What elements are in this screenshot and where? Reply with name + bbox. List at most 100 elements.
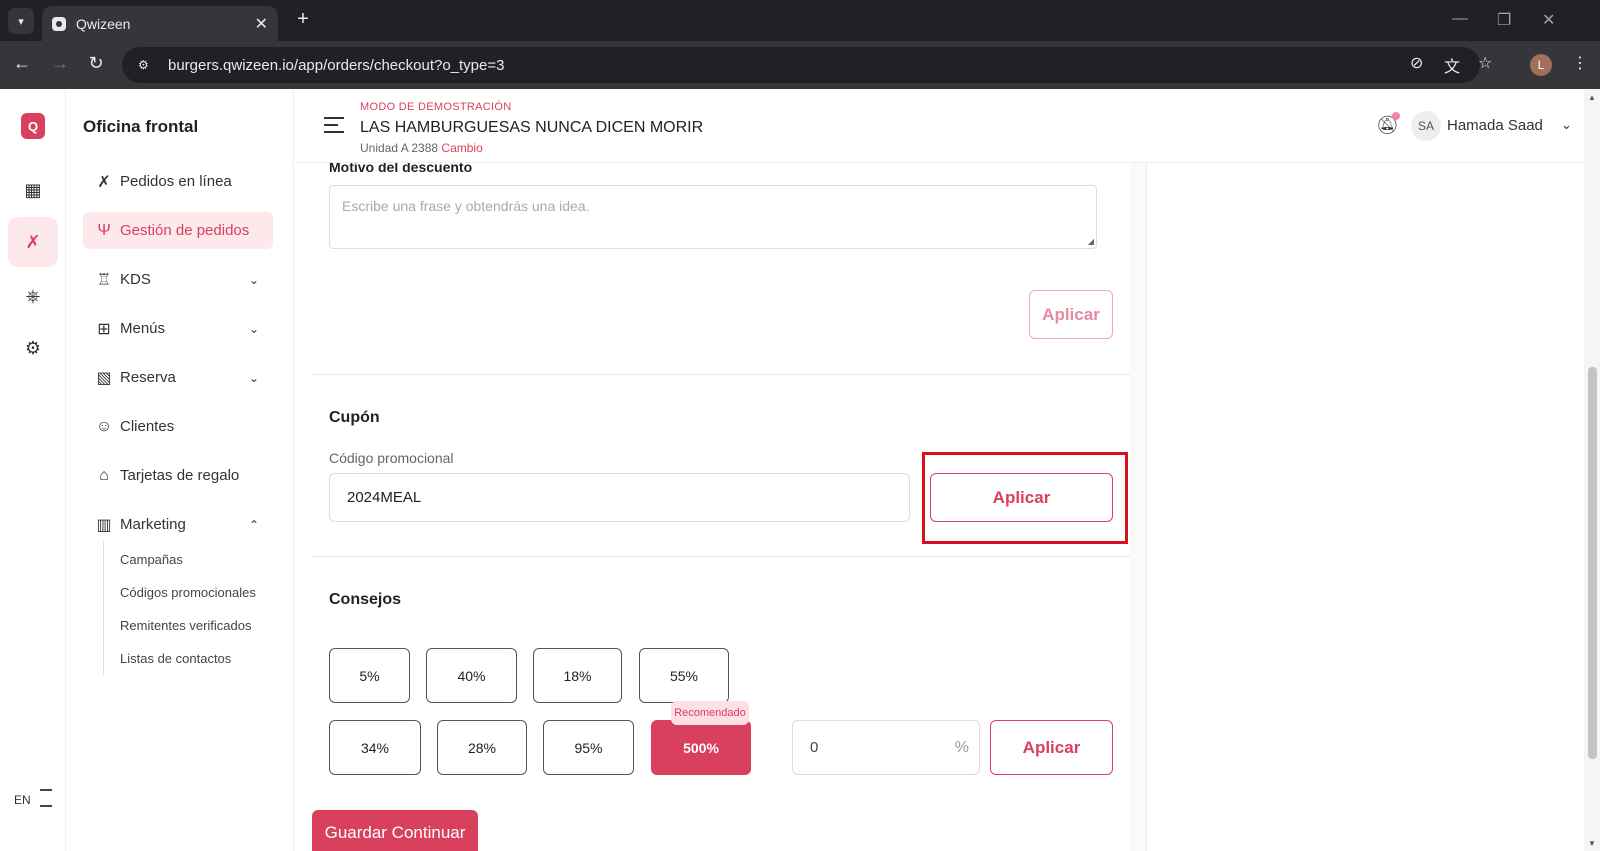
promo-code-input[interactable]: 2024MEAL — [329, 473, 910, 522]
sidebar-item-label: Gestión de pedidos — [120, 222, 250, 239]
hierarchy-icon[interactable]: ⎈ — [20, 283, 46, 309]
save-continue-button[interactable]: Guardar Continuar — [312, 810, 478, 851]
notification-dot — [1392, 112, 1400, 120]
browser-menu-icon[interactable]: ⋮ — [1572, 53, 1588, 73]
page-scrollbar[interactable]: ▲ ▼ — [1584, 89, 1600, 851]
chevron-down-icon: ⌄ — [248, 272, 259, 287]
chevron-up-icon: ⌃ — [248, 517, 259, 532]
checkout-content: Motivo del descuento Escribe una frase y… — [312, 163, 1130, 851]
submenu-item-codigos-promocionales[interactable]: Códigos promocionales — [120, 585, 256, 600]
qwizeen-logo[interactable]: Q — [21, 113, 45, 139]
submenu-line — [103, 541, 104, 675]
textarea-placeholder: Escribe una frase y obtendrás una idea. — [342, 198, 590, 214]
sidebar-item-label: Reserva — [120, 369, 176, 386]
sidebar-item-label: Pedidos en línea — [120, 173, 232, 190]
url-text: burgers.qwizeen.io/app/orders/checkout?o… — [168, 56, 505, 74]
restore-icon[interactable]: ❐ — [1497, 10, 1511, 30]
profile-avatar[interactable]: L — [1530, 54, 1552, 76]
order-summary-panel — [1146, 163, 1584, 851]
tab-search-icon[interactable]: ▾ — [8, 8, 34, 34]
sidebar-item-menus[interactable]: ⊞ Menús ⌄ — [83, 310, 273, 347]
submenu-item-campanas[interactable]: Campañas — [120, 552, 183, 567]
resize-handle-icon[interactable]: ◢ — [1088, 237, 1094, 246]
location-off-icon[interactable]: ⊘ — [1410, 53, 1423, 73]
back-icon[interactable]: ← — [10, 53, 34, 74]
highlight-box — [922, 452, 1128, 544]
browser-tab[interactable]: Qwizeen ✕ — [42, 6, 278, 41]
table-icon: ▧ — [96, 369, 112, 387]
section-divider — [312, 556, 1130, 557]
forward-icon[interactable]: → — [48, 53, 72, 74]
store-name: LAS HAMBURGUESAS NUNCA DICEN MORIR — [360, 119, 704, 136]
scroll-thumb[interactable] — [1588, 367, 1597, 759]
minimize-icon[interactable]: — — [1452, 10, 1468, 28]
chevron-down-icon: ⌄ — [248, 370, 259, 385]
tip-option-500-selected[interactable]: 500% — [651, 720, 751, 775]
tip-option-40[interactable]: 40% — [426, 648, 517, 703]
translate-icon[interactable]: 文 — [1444, 53, 1460, 77]
percent-symbol: % — [954, 738, 969, 756]
sidebar-item-label: Marketing — [120, 516, 186, 533]
front-office-icon[interactable]: ✗ — [20, 229, 46, 255]
chef-hat-icon: ♖ — [96, 271, 112, 289]
custom-tip-value: 0 — [810, 739, 819, 756]
sidebar-item-gestion-de-pedidos[interactable]: Ψ Gestión de pedidos — [83, 212, 273, 249]
bookmark-star-icon[interactable]: ☆ — [1478, 53, 1492, 73]
scan-icon[interactable] — [40, 789, 52, 807]
custom-tip-input[interactable]: 0 % — [792, 720, 980, 775]
sidebar-item-marketing[interactable]: ▥ Marketing ⌃ — [83, 506, 273, 543]
scroll-up-icon[interactable]: ▲ — [1588, 93, 1596, 102]
user-menu-chevron-icon[interactable]: ⌄ — [1561, 117, 1572, 133]
grid-icon: ⊞ — [97, 320, 111, 338]
tip-option-5[interactable]: 5% — [329, 648, 410, 703]
section-divider — [312, 374, 1130, 375]
browser-toolbar: ← → ↻ ⚙ burgers.qwizeen.io/app/orders/ch… — [0, 41, 1600, 89]
tip-option-55[interactable]: 55% — [639, 648, 729, 703]
hamburger-menu-icon[interactable] — [324, 117, 344, 133]
utensils-cross-icon: ✗ — [97, 173, 111, 191]
sidebar-item-label: KDS — [120, 271, 151, 288]
sidebar-item-tarjetas-de-regalo[interactable]: ⌂ Tarjetas de regalo — [83, 457, 273, 494]
coupon-title: Cupón — [329, 409, 380, 426]
new-tab-icon[interactable]: + — [290, 8, 316, 31]
scroll-down-icon[interactable]: ▼ — [1588, 839, 1596, 848]
tip-option-28[interactable]: 28% — [437, 720, 527, 775]
tip-apply-button[interactable]: Aplicar — [990, 720, 1113, 775]
recommended-badge: Recomendado — [671, 701, 749, 725]
address-bar[interactable]: ⚙ burgers.qwizeen.io/app/orders/checkout… — [122, 47, 1480, 83]
tab-close-icon[interactable]: ✕ — [255, 14, 268, 34]
sidebar-item-pedidos-en-linea[interactable]: ✗ Pedidos en línea — [83, 163, 273, 200]
tip-option-18[interactable]: 18% — [533, 648, 622, 703]
discount-apply-button[interactable]: Aplicar — [1029, 290, 1113, 339]
unit-info: Unidad A 2388 Cambio — [360, 141, 483, 155]
submenu-item-remitentes-verificados[interactable]: Remitentes verificados — [120, 618, 252, 633]
change-store-link[interactable]: Cambio — [441, 141, 482, 155]
settings-gear-icon[interactable]: ⚙ — [20, 335, 46, 361]
reload-icon[interactable]: ↻ — [84, 53, 108, 74]
demo-mode-label: MODO DE DEMOSTRACIÓN — [360, 101, 512, 113]
sidebar-item-label: Tarjetas de regalo — [120, 467, 240, 484]
sidebar-item-reserva[interactable]: ▧ Reserva ⌄ — [83, 359, 273, 396]
dashboard-icon[interactable]: ▦ — [20, 177, 46, 203]
submenu-item-listas-de-contactos[interactable]: Listas de contactos — [120, 651, 231, 666]
app-header: MODO DE DEMOSTRACIÓN LAS HAMBURGUESAS NU… — [295, 89, 1585, 163]
discount-reason-textarea[interactable]: Escribe una frase y obtendrás una idea. … — [329, 185, 1097, 249]
site-info-icon[interactable]: ⚙ — [138, 58, 156, 72]
fork-knife-icon: Ψ — [97, 221, 111, 239]
bar-chart-icon: ▥ — [96, 516, 112, 534]
icon-rail: Q ▦ ✗ ⎈ ⚙ EN — [0, 89, 66, 851]
sidebar: Oficina frontal ✗ Pedidos en línea Ψ Ges… — [66, 89, 294, 851]
content-gutter — [1130, 163, 1146, 851]
user-name[interactable]: Hamada Saad — [1447, 117, 1543, 134]
window-close-icon[interactable]: ✕ — [1542, 10, 1555, 30]
tab-title: Qwizeen — [76, 15, 131, 32]
tip-option-34[interactable]: 34% — [329, 720, 421, 775]
language-switch[interactable]: EN — [14, 793, 31, 807]
user-avatar[interactable]: SA — [1411, 111, 1441, 141]
promo-code-label: Código promocional — [329, 450, 454, 466]
sidebar-item-clientes[interactable]: ☺ Clientes — [83, 408, 273, 445]
unit-label: Unidad A 2388 — [360, 141, 439, 155]
sidebar-item-kds[interactable]: ♖ KDS ⌄ — [83, 261, 273, 298]
tip-option-95[interactable]: 95% — [543, 720, 634, 775]
app: Q ▦ ✗ ⎈ ⚙ EN Oficina frontal ✗ Pedidos e… — [0, 89, 1600, 851]
